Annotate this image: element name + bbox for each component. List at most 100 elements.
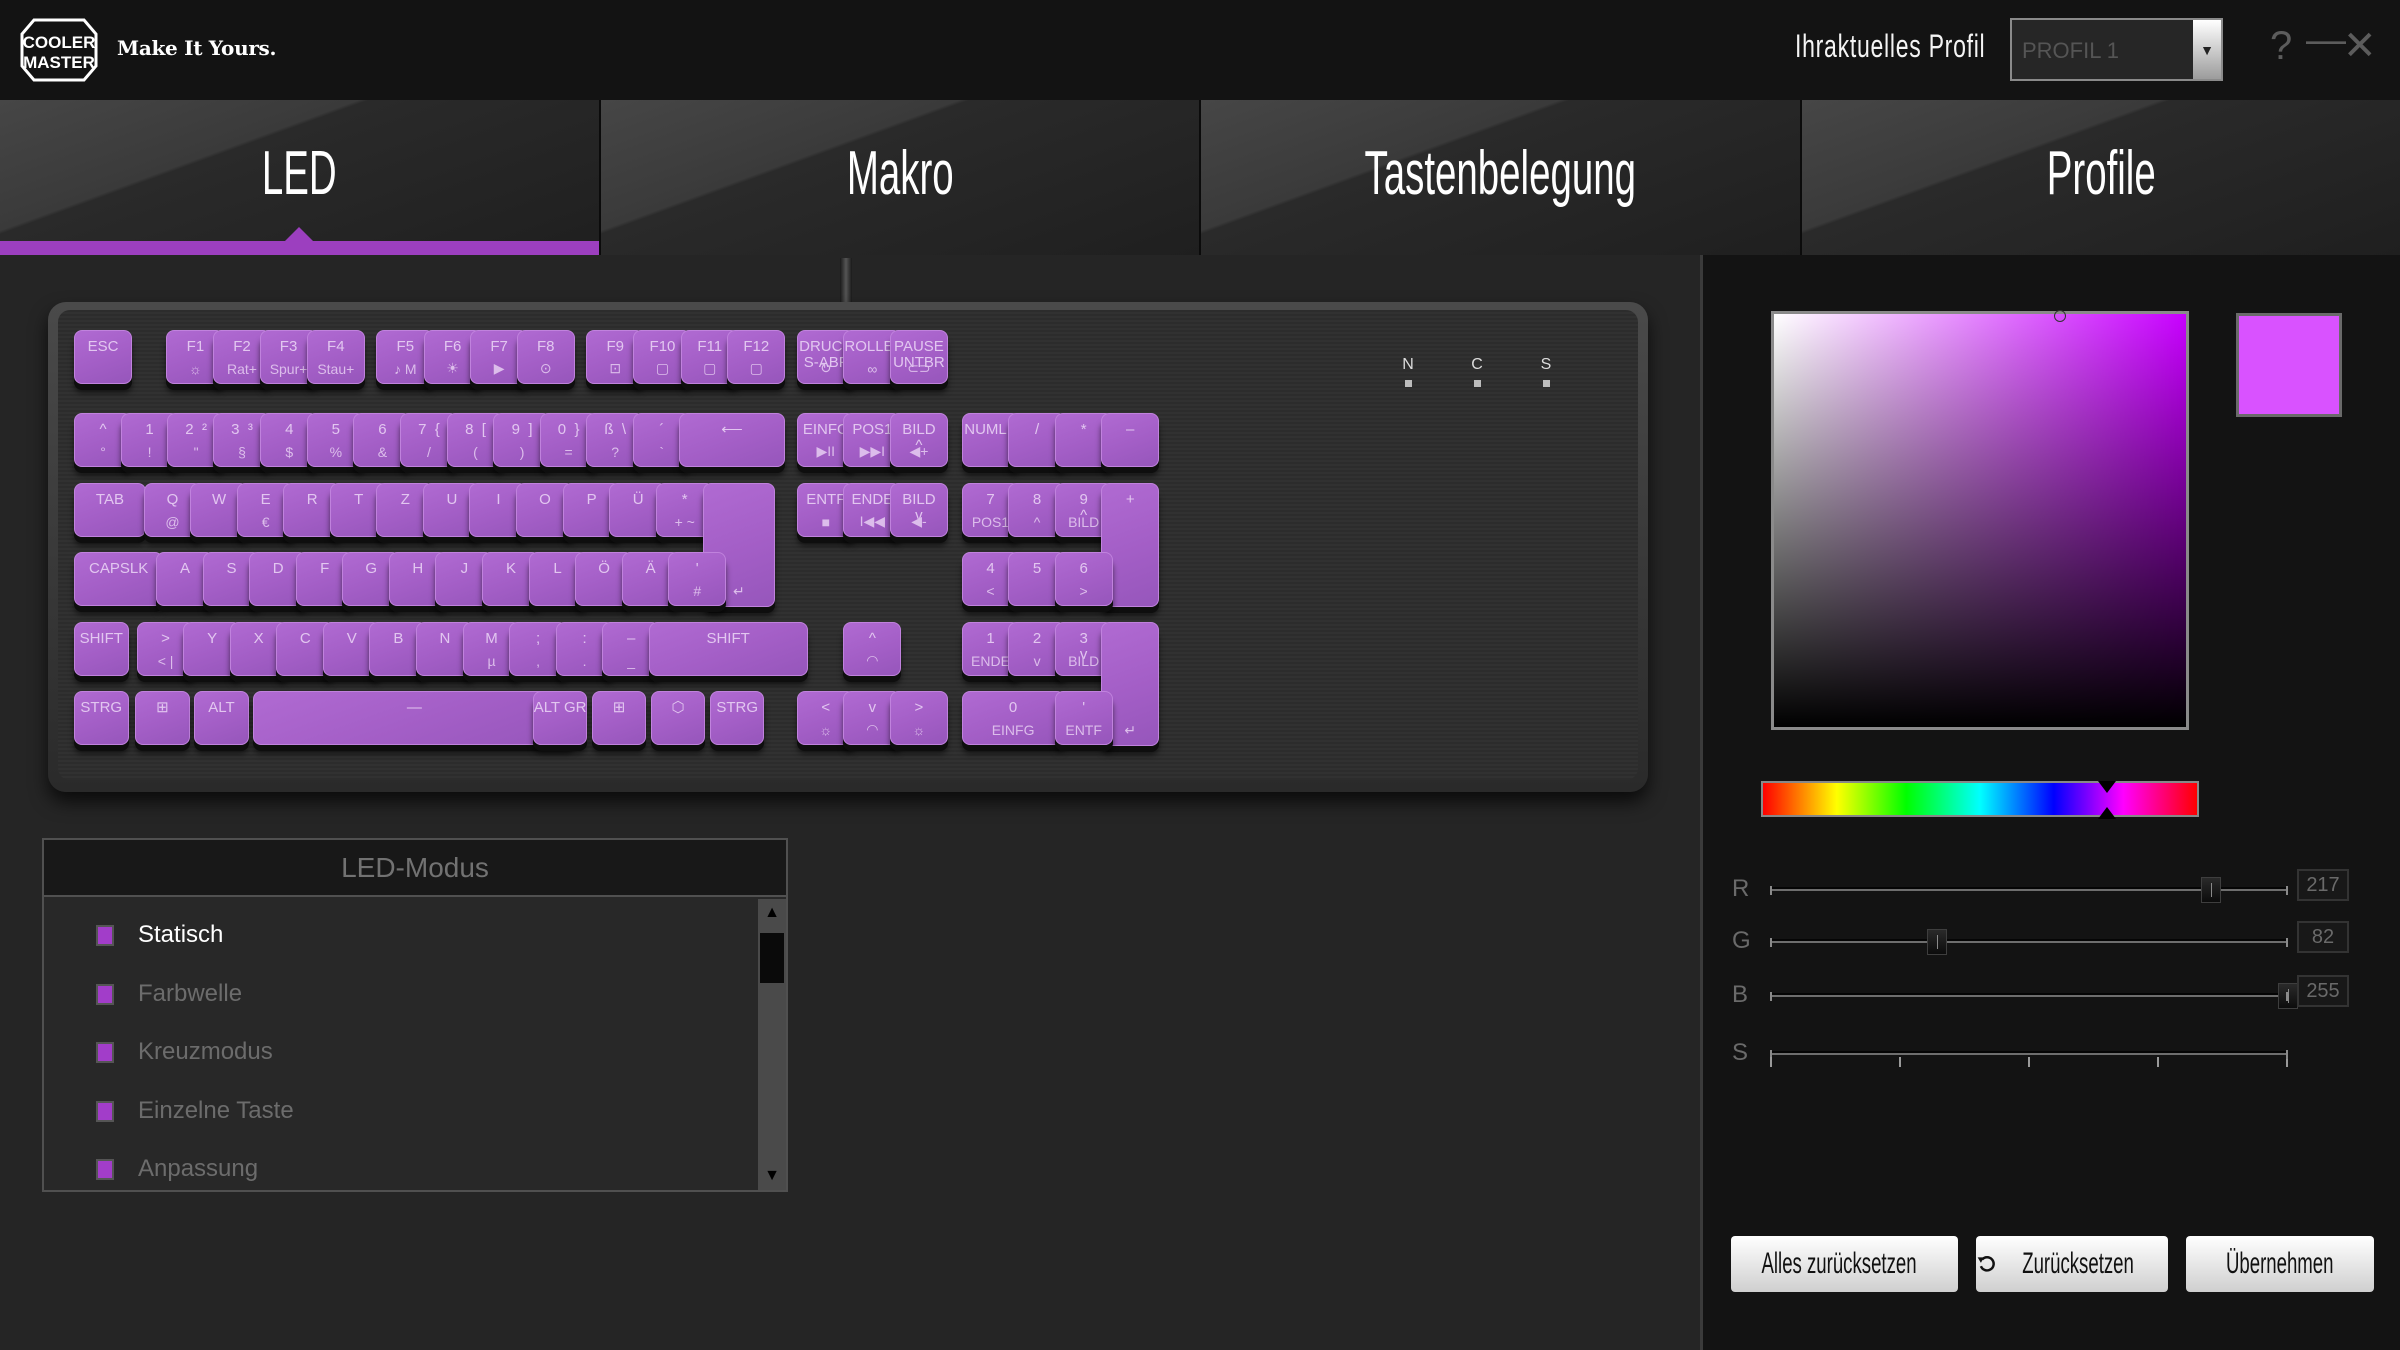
key--[interactable]: ⟵ xyxy=(678,413,786,467)
apply-button[interactable]: Übernehmen xyxy=(2186,1236,2374,1292)
key-secondary-legend: ☼ xyxy=(912,722,926,738)
key-0[interactable]: 0 EINFG xyxy=(961,691,1065,745)
svg-text:MASTER: MASTER xyxy=(23,53,95,72)
scroll-down-icon[interactable]: ▼ xyxy=(758,1162,786,1190)
blue-slider-row: B 255 xyxy=(1730,975,2380,1015)
led-mode-scrollbar[interactable]: ▲ ▼ xyxy=(758,899,786,1190)
key-shift[interactable]: SHIFT xyxy=(74,622,129,676)
key-primary-legend: F4 xyxy=(327,338,345,355)
tagline: Make It Yours. xyxy=(117,36,277,60)
red-value-field[interactable]: 217 xyxy=(2297,869,2349,901)
help-icon[interactable]: ? xyxy=(2270,26,2292,66)
tab-label: Tastenbelegung xyxy=(1364,139,1636,208)
reset-all-button[interactable]: Alles zurücksetzen xyxy=(1731,1236,1958,1292)
speed-tick xyxy=(2286,1057,2288,1067)
key-f12[interactable]: F12 ▢ xyxy=(727,330,786,384)
green-value-field[interactable]: 82 xyxy=(2297,921,2349,953)
blue-slider[interactable] xyxy=(1770,983,2298,1009)
key-strg[interactable]: STRG xyxy=(709,691,765,745)
key-tab[interactable]: TAB xyxy=(74,483,146,537)
reset-button[interactable]: Zurücksetzen xyxy=(1976,1236,2168,1292)
key--[interactable]: ⊞ xyxy=(135,691,190,745)
profile-dropdown[interactable]: PROFIL 1 ▼ xyxy=(2010,18,2223,81)
key-secondary-legend: ENTF xyxy=(1065,722,1102,738)
led-mode-item-einzelne-taste[interactable]: Einzelne Taste xyxy=(96,1091,294,1131)
tab-led[interactable]: LED xyxy=(0,100,601,255)
key--[interactable]: ' # xyxy=(668,552,727,606)
mode-color-indicator xyxy=(96,983,114,1005)
hue-slider[interactable] xyxy=(1761,781,2199,819)
chevron-down-icon[interactable]: ▼ xyxy=(2193,20,2221,79)
key-secondary-legend: ⊂⊃ xyxy=(907,360,931,376)
speed-slider[interactable] xyxy=(1770,1050,2288,1067)
key-shift[interactable]: SHIFT xyxy=(648,622,808,676)
key-capslk[interactable]: CAPSLK xyxy=(74,552,164,606)
green-label: G xyxy=(1732,927,1751,954)
mode-label: Anpassung xyxy=(138,1155,259,1182)
red-slider-thumb[interactable] xyxy=(2200,877,2221,903)
key-esc[interactable]: ESC xyxy=(74,330,132,384)
key-primary-legend: F12 xyxy=(743,338,770,355)
mode-color-indicator xyxy=(96,1041,114,1063)
speed-tick xyxy=(2157,1057,2159,1067)
key-primary-legend: ALT GR xyxy=(533,699,587,716)
key-bild-v[interactable]: BILD v ◀- xyxy=(889,483,948,537)
tab-profile[interactable]: Profile xyxy=(1801,100,2400,255)
tab-makro[interactable]: Makro xyxy=(600,100,1201,255)
tab-tastenbelegung[interactable]: Tastenbelegung xyxy=(1201,100,1802,255)
key--[interactable]: > ☼ xyxy=(889,691,948,745)
key--[interactable]: ^ ◠ xyxy=(843,622,902,676)
key-bild-[interactable]: BILD ^ ◀+ xyxy=(889,413,948,467)
blue-value-field[interactable]: 255 xyxy=(2297,975,2349,1007)
key-6[interactable]: 6 > xyxy=(1054,552,1113,606)
key--[interactable]: – xyxy=(1101,413,1160,467)
lock-indicator-led xyxy=(1404,380,1412,387)
key-primary-legend: ⬡ xyxy=(671,699,685,716)
key--[interactable]: — xyxy=(253,691,576,745)
key-alt[interactable]: ALT xyxy=(194,691,249,745)
speed-tick xyxy=(1899,1057,1901,1067)
reset-label: Zurücksetzen xyxy=(2022,1247,2134,1280)
red-slider-row: R 217 xyxy=(1730,869,2380,909)
scroll-up-icon[interactable]: ▲ xyxy=(758,899,786,927)
current-profile-label: Ihraktuelles Profil xyxy=(1795,28,1986,64)
key-strg[interactable]: STRG xyxy=(74,691,129,745)
saturation-value-picker[interactable] xyxy=(1771,310,2189,730)
key--[interactable]: ⬡ xyxy=(650,691,706,745)
color-picker-handle[interactable] xyxy=(2054,310,2066,322)
lock-indicator-led xyxy=(1473,380,1481,387)
green-slider-thumb[interactable] xyxy=(1926,929,1947,955)
led-mode-panel: LED-Modus Statisch Farbwelle Kreuzmodus … xyxy=(42,838,788,1192)
key-f8[interactable]: F8 ⊙ xyxy=(516,330,575,384)
speed-tick xyxy=(1770,1057,1772,1067)
key-secondary-legend: ◀- xyxy=(911,513,927,529)
led-mode-item-statisch[interactable]: Statisch xyxy=(96,915,223,955)
key-f4[interactable]: F4 Stau+ xyxy=(306,330,365,384)
green-slider[interactable] xyxy=(1770,929,2288,955)
scrollbar-thumb[interactable] xyxy=(760,933,784,983)
mode-color-indicator xyxy=(96,1158,114,1180)
mode-label: Farbwelle xyxy=(138,980,243,1007)
key-primary-legend: ESC xyxy=(87,338,119,355)
key-pause-untbr[interactable]: PAUSE UNTBR ⊂⊃ xyxy=(889,330,948,384)
close-icon[interactable]: ✕ xyxy=(2343,26,2377,66)
key--[interactable]: ⊞ xyxy=(591,691,647,745)
blue-label: B xyxy=(1732,981,1749,1008)
led-mode-list: Statisch Farbwelle Kreuzmodus Einzelne T… xyxy=(44,899,744,1190)
key-primary-legend: ⊞ xyxy=(156,699,169,716)
blue-slider-thumb[interactable] xyxy=(2278,983,2298,1009)
key--[interactable]: ' ENTF xyxy=(1054,691,1113,745)
cooler-master-logo: COOLER MASTER xyxy=(20,18,98,82)
key-alt-gr[interactable]: ALT GR xyxy=(532,691,588,745)
key-primary-legend: STRG xyxy=(716,699,759,716)
minimize-icon[interactable]: — xyxy=(2306,20,2346,60)
lock-indicator-label: C xyxy=(1471,356,1483,373)
tab-label: Makro xyxy=(846,139,954,208)
svg-text:COOLER: COOLER xyxy=(23,33,96,52)
led-mode-item-anpassung[interactable]: Anpassung xyxy=(96,1149,258,1189)
led-mode-item-kreuzmodus[interactable]: Kreuzmodus xyxy=(96,1032,273,1072)
led-mode-item-farbwelle[interactable]: Farbwelle xyxy=(96,974,242,1014)
key-primary-legend: STRG xyxy=(80,699,123,716)
keyboard-preview: ESC F1 ☼ F2 Rat+ F3 Spur+ F4 Stau+ F5 ♪ M F6 ☀ F7 ▶ F8 ⊙… xyxy=(48,302,1648,792)
red-slider[interactable] xyxy=(1770,877,2288,903)
